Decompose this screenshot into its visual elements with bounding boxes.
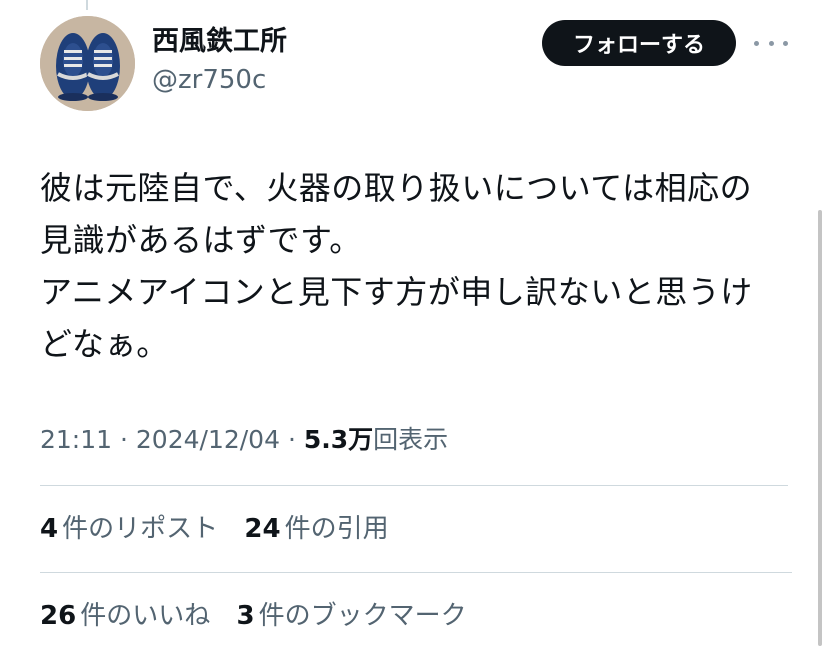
scrollbar[interactable]: [818, 210, 822, 646]
divider: [40, 572, 792, 573]
more-horizontal-icon[interactable]: [754, 30, 788, 56]
views-label: 回表示: [373, 425, 449, 454]
tweet-header: 西風鉄工所 @zr750c フォローする: [40, 16, 800, 112]
tweet-date[interactable]: 2024/12/04: [136, 425, 280, 454]
tweet-meta: 21:11 · 2024/12/04 · 5.3万回表示: [40, 420, 448, 456]
user-handle[interactable]: @zr750c: [152, 62, 287, 98]
avatar[interactable]: [40, 16, 135, 111]
meta-separator: ·: [120, 425, 128, 454]
tweet-time[interactable]: 21:11: [40, 425, 112, 454]
user-names: 西風鉄工所 @zr750c: [152, 24, 287, 98]
meta-separator: ·: [287, 425, 296, 454]
likes-label: 件のいいね: [80, 601, 211, 631]
reposts-count: 4: [40, 514, 59, 544]
follow-button[interactable]: フォローする: [542, 20, 736, 66]
bookmarks-label: 件のブックマーク: [258, 601, 467, 631]
stats-row-reposts: 4 件のリポスト 24 件の引用: [40, 508, 407, 545]
tweet-text: 彼は元陸自で、火器の取り扱いについては相応の 見識があるはずです。 アニメアイコ…: [40, 169, 753, 363]
bookmarks-count: 3: [236, 601, 255, 631]
quotes-stat[interactable]: 24 件の引用: [244, 508, 388, 545]
bookmarks-stat[interactable]: 3 件のブックマーク: [236, 595, 466, 632]
more-dot: [768, 40, 774, 46]
likes-count: 26: [40, 601, 77, 631]
sneakers-photo-icon: [40, 16, 135, 111]
display-name[interactable]: 西風鉄工所: [152, 24, 287, 60]
more-dot: [783, 40, 788, 46]
thread-connector-line: [86, 0, 88, 10]
reposts-label: 件のリポスト: [62, 514, 219, 544]
views-count: 5.3万: [303, 425, 374, 454]
more-dot: [754, 40, 759, 46]
stats-row-likes: 26 件のいいね 3 件のブックマーク: [40, 595, 485, 632]
likes-stat[interactable]: 26 件のいいね: [40, 595, 210, 632]
divider: [40, 485, 788, 486]
quotes-label: 件の引用: [284, 514, 389, 544]
quotes-count: 24: [244, 514, 281, 544]
reposts-stat[interactable]: 4 件のリポスト: [40, 508, 218, 545]
